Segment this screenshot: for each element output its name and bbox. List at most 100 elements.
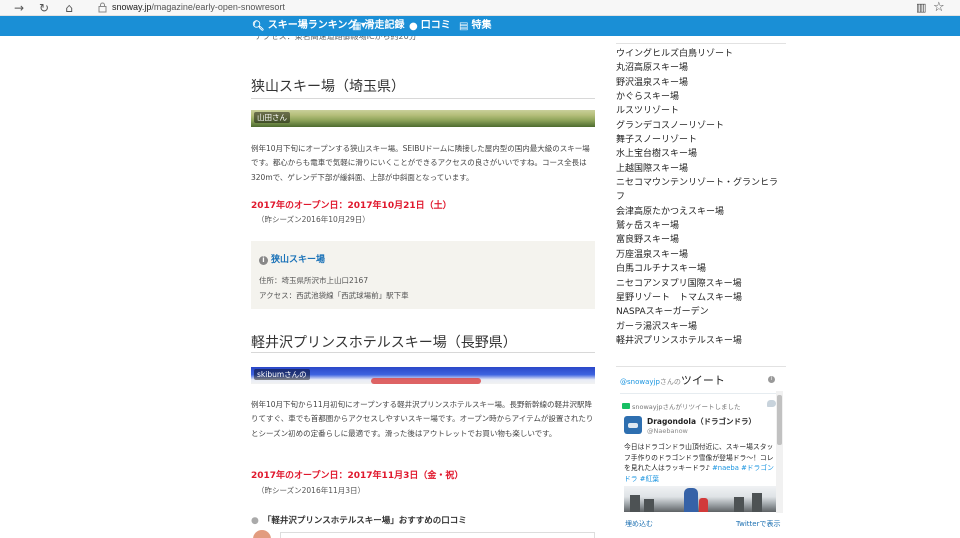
photo-tree bbox=[644, 499, 654, 512]
heading-divider bbox=[251, 352, 595, 353]
open-date-sayama: 2017年のオープン日：2017年10月21日（土） bbox=[251, 201, 452, 211]
sidebar-resort-item: 鷲ヶ岳スキー場 bbox=[616, 219, 786, 233]
tweet-card[interactable]: snowayjpさんがリツイートしました Dragondola（ドラゴンドラ） … bbox=[620, 393, 783, 512]
nav-ranking[interactable]: 🔍︎ スキー場ランキング ▾ bbox=[252, 18, 366, 35]
resort-link[interactable]: ガーラ湯沢スキー場 bbox=[616, 322, 697, 332]
nav-reviews[interactable]: ● 口コミ bbox=[409, 18, 451, 35]
tweet-author-name[interactable]: Dragondola（ドラゴンドラ） bbox=[647, 416, 756, 427]
arrow-left-icon[interactable]: → bbox=[12, 1, 26, 15]
resort-link[interactable]: 富良野スキー場 bbox=[616, 235, 679, 245]
sidebar-resort-item: 富良野スキー場 bbox=[616, 233, 786, 247]
tweet-text: 今日はドラゴンドラ山頂付近に、スキー場スタッフ手作りのドラゴンドラ雪像が登場ドラ… bbox=[624, 443, 774, 483]
sidebar-resort-item: 水上宝台樹スキー場 bbox=[616, 147, 786, 161]
address-bar[interactable]: snoway.jp/magazine/early-open-snowresort bbox=[112, 1, 285, 14]
snow-statue-detail bbox=[699, 498, 708, 512]
reading-view-icon[interactable]: ▥ bbox=[916, 1, 926, 14]
resort-access: アクセス：西武池袋線「西武球場前」駅下車 bbox=[259, 291, 409, 300]
tweet-author-avatar[interactable] bbox=[624, 416, 642, 434]
prev-season-karuizawa: （昨シーズン2016年11月3日） bbox=[257, 486, 366, 495]
sidebar-divider bbox=[616, 43, 786, 44]
sidebar-resort-item: ルスツリゾート bbox=[616, 104, 786, 118]
tweet-photo[interactable] bbox=[624, 486, 776, 512]
sidebar-resort-item: 会津高原たかつえスキー場 bbox=[616, 205, 786, 219]
retweet-label: snowayjpさんがリツイートしました bbox=[622, 401, 741, 411]
chat-icon: ● bbox=[409, 21, 418, 32]
review-card bbox=[280, 532, 595, 538]
sidebar-resort-item: ニセコマウンテンリゾート・グランヒラフ bbox=[616, 176, 786, 205]
sidebar-resort-item: ウイングヒルズ白鳥リゾート bbox=[616, 47, 786, 61]
nav-records[interactable]: ▦ 滑走記録 bbox=[352, 18, 404, 35]
heading-divider bbox=[251, 98, 595, 99]
site-nav: 🔍︎ スキー場ランキング ▾ ▦ 滑走記録 ● 口コミ ▤ 特集 bbox=[0, 16, 960, 36]
twitter-bird-icon bbox=[767, 400, 776, 407]
browser-toolbar: → ↻ ⌂ snoway.jp/magazine/early-open-snow… bbox=[0, 0, 960, 16]
sidebar-resort-item: 星野リゾート トマムスキー場 bbox=[616, 291, 786, 305]
view-on-twitter-link[interactable]: Twitterで表示 bbox=[736, 519, 780, 529]
sidebar-resort-item: 舞子スノーリゾート bbox=[616, 133, 786, 147]
resort-link[interactable]: 上越国際スキー場 bbox=[616, 164, 688, 174]
resort-link[interactable]: グランデコスノーリゾート bbox=[616, 121, 724, 131]
scrollbar-thumb[interactable] bbox=[777, 395, 782, 445]
review-heading: ● 「軽井沢プリンスホテルスキー場」おすすめの口コミ bbox=[251, 516, 467, 526]
resort-link[interactable]: 野沢温泉スキー場 bbox=[616, 78, 688, 88]
sidebar-resort-item: かぐらスキー場 bbox=[616, 90, 786, 104]
embed-link[interactable]: 埋め込む bbox=[625, 519, 653, 529]
resort-address: 住所：埼玉県所沢市上山口2167 bbox=[259, 276, 369, 285]
open-date-karuizawa: 2017年のオープン日：2017年11月3日（金・祝） bbox=[251, 471, 464, 481]
sidebar-resort-item: 万座温泉スキー場 bbox=[616, 248, 786, 262]
search-icon: 🔍︎ bbox=[252, 21, 265, 32]
sidebar-resort-item: 白馬コルチナスキー場 bbox=[616, 262, 786, 276]
resort-link[interactable]: 舞子スノーリゾート bbox=[616, 135, 697, 145]
home-icon[interactable]: ⌂ bbox=[62, 1, 76, 15]
sidebar-resort-item: 軽井沢プリンスホテルスキー場 bbox=[616, 334, 786, 348]
sidebar-resort-item: 野沢温泉スキー場 bbox=[616, 76, 786, 90]
sidebar-resort-item: 上越国際スキー場 bbox=[616, 162, 786, 176]
timeline-scrollbar[interactable] bbox=[776, 391, 783, 513]
resort-info-name[interactable]: i 狭山スキー場 bbox=[259, 252, 325, 265]
tweet-author-handle[interactable]: @Naebanow bbox=[647, 427, 688, 435]
resort-link-list: ウイングヒルズ白鳥リゾート 丸沼高原スキー場 野沢温泉スキー場 かぐらスキー場 ルスツリ… bbox=[616, 47, 786, 348]
reload-icon[interactable]: ↻ bbox=[37, 1, 51, 15]
resort-link[interactable]: 水上宝台樹スキー場 bbox=[616, 149, 697, 159]
sidebar-resort-item: NASPAスキーガーデン bbox=[616, 305, 786, 319]
info-icon: i bbox=[259, 256, 268, 265]
resort-link[interactable]: 軽井沢プリンスホテルスキー場 bbox=[616, 336, 742, 346]
resort-info-box: i 狭山スキー場 住所：埼玉県所沢市上山口2167 アクセス：西武池袋線「西武球場… bbox=[251, 241, 595, 309]
section-body-karuizawa: 例年10月下旬から11月初旬にオープンする軽井沢プリンスホテルスキー場。長野新幹… bbox=[251, 400, 594, 438]
resort-link[interactable]: 白馬コルチナスキー場 bbox=[616, 264, 706, 274]
resort-link[interactable]: かぐらスキー場 bbox=[616, 92, 679, 102]
snow-statue bbox=[684, 488, 698, 512]
photo-tree bbox=[630, 495, 640, 512]
photo-credit: skibumさんの bbox=[254, 369, 310, 380]
sidebar-resort-item: グランデコスノーリゾート bbox=[616, 119, 786, 133]
resort-link[interactable]: ニセコマウンテンリゾート・グランヒラフ bbox=[616, 178, 778, 202]
resort-photo-karuizawa: skibumさんの bbox=[251, 367, 595, 384]
resort-link[interactable]: 鷲ヶ岳スキー場 bbox=[616, 221, 679, 231]
resort-link[interactable]: 万座温泉スキー場 bbox=[616, 250, 688, 260]
photo-detail bbox=[371, 378, 481, 384]
section-body-sayama: 例年10月下旬にオープンする狭山スキー場。SEIBUドームに隣接した屋内型の国内… bbox=[251, 144, 590, 182]
reviewer-avatar bbox=[253, 530, 271, 538]
resort-photo-sayama: 山田さん bbox=[251, 110, 595, 127]
timeline-title: @snowayjpさんのツイート bbox=[620, 374, 725, 387]
sidebar-resort-item: 丸沼高原スキー場 bbox=[616, 61, 786, 75]
widget-divider bbox=[616, 366, 786, 367]
prev-season-sayama: （昨シーズン2016年10月29日） bbox=[257, 215, 370, 224]
calendar-icon: ▦ bbox=[352, 21, 362, 32]
speech-bubble-icon: ● bbox=[251, 516, 259, 526]
sidebar-resort-item: ガーラ湯沢スキー場 bbox=[616, 320, 786, 334]
nav-features[interactable]: ▤ 特集 bbox=[459, 18, 491, 35]
resort-link[interactable]: ニセコアンヌプリ国際スキー場 bbox=[616, 279, 742, 289]
twitter-timeline: @snowayjpさんのツイート i snowayjpさんがリツイートしました … bbox=[616, 366, 786, 538]
info-icon[interactable]: i bbox=[768, 376, 775, 383]
section-heading-karuizawa: 軽井沢プリンスホテルスキー場（長野県） bbox=[251, 335, 517, 351]
photo-credit: 山田さん bbox=[254, 112, 290, 123]
resort-link[interactable]: ルスツリゾート bbox=[616, 106, 679, 116]
resort-link[interactable]: NASPAスキーガーデン bbox=[616, 307, 709, 317]
resort-link[interactable]: ウイングヒルズ白鳥リゾート bbox=[616, 49, 733, 59]
favorite-star-icon[interactable]: ☆ bbox=[933, 0, 945, 15]
retweet-icon bbox=[622, 403, 630, 409]
resort-link[interactable]: 星野リゾート トマムスキー場 bbox=[616, 293, 742, 303]
resort-link[interactable]: 会津高原たかつえスキー場 bbox=[616, 207, 724, 217]
resort-link[interactable]: 丸沼高原スキー場 bbox=[616, 63, 688, 73]
